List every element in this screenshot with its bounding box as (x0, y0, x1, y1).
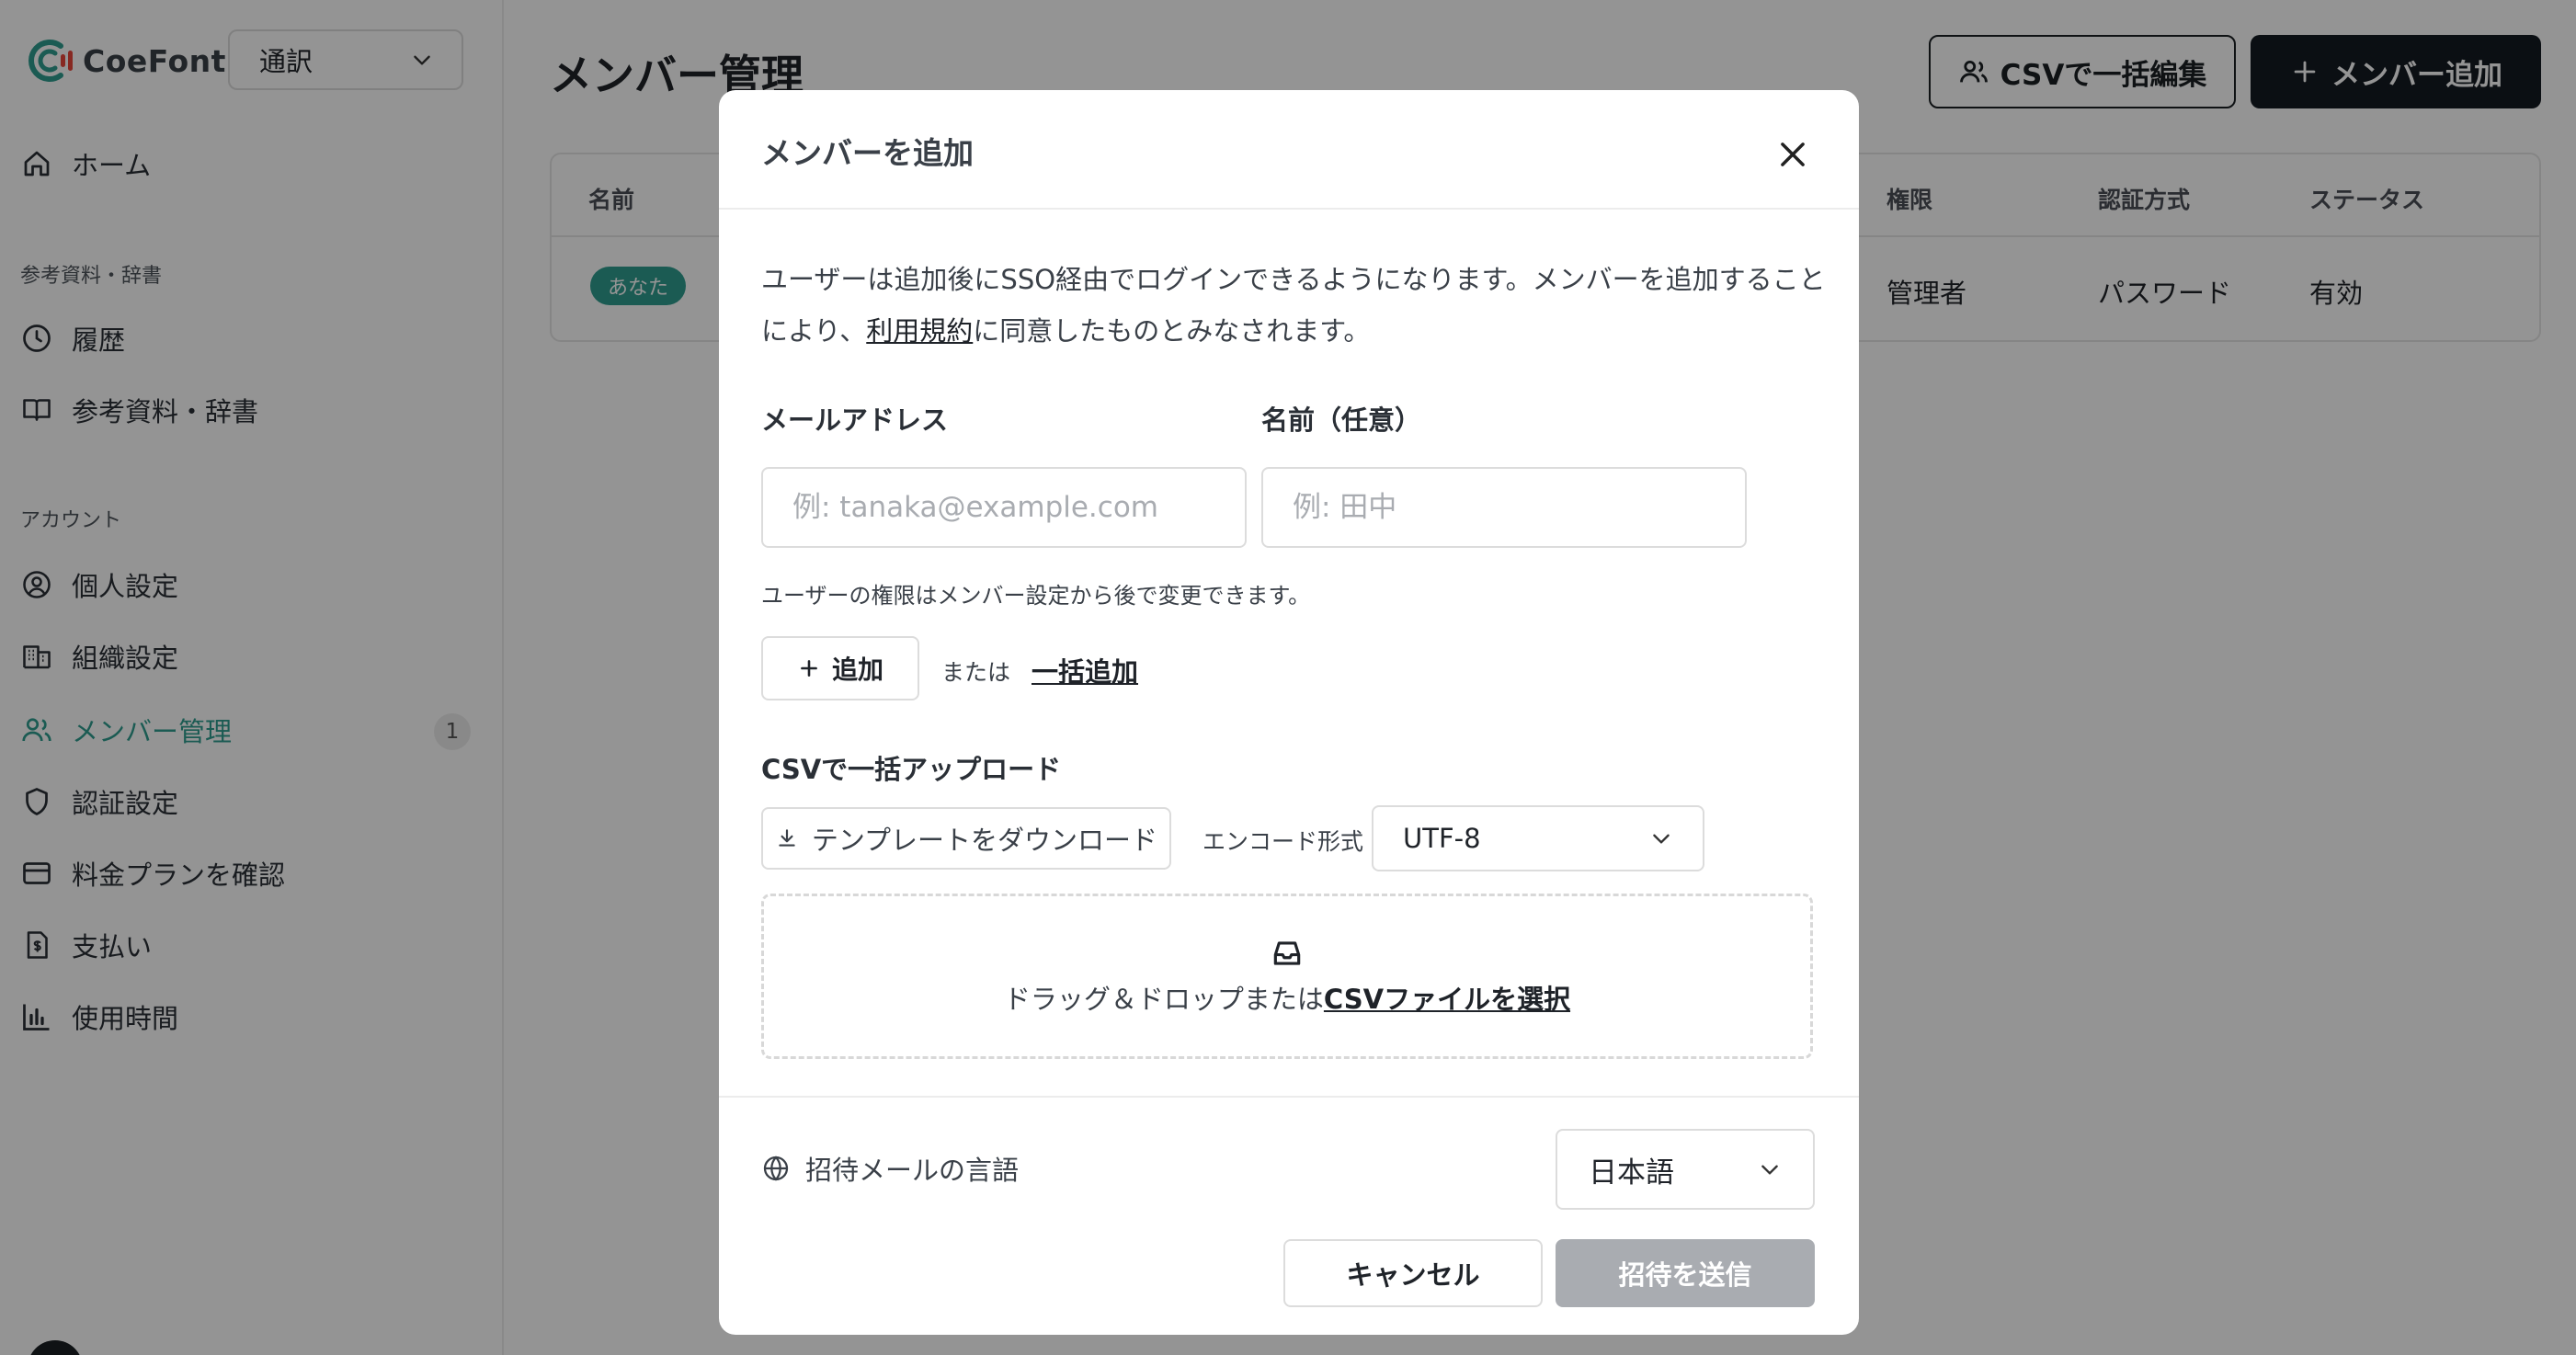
invite-language-select[interactable]: 日本語 (1556, 1129, 1815, 1210)
bulk-add-link[interactable]: 一括追加 (1032, 651, 1138, 689)
dropzone-instruction: ドラッグ＆ドロップまたは (1003, 984, 1324, 1015)
cancel-button[interactable]: キャンセル (1283, 1239, 1543, 1307)
send-invite-button[interactable]: 招待を送信 (1556, 1239, 1815, 1307)
download-template-button[interactable]: テンプレートをダウンロード (761, 807, 1171, 870)
email-input[interactable] (761, 467, 1247, 548)
dialog-title: メンバーを追加 (761, 135, 974, 171)
name-label: 名前（任意） (1261, 404, 1422, 436)
add-row-button[interactable]: 追加 (761, 636, 919, 700)
add-member-dialog: メンバーを追加 ユーザーは追加後にSSO経由でログインできるようになります。メン… (719, 90, 1859, 1335)
add-row-label: 追加 (831, 655, 883, 685)
or-text: または (941, 659, 1011, 686)
inbox-icon (1273, 941, 1301, 965)
dropzone-text: ドラッグ＆ドロップまたはCSVファイルを選択 (1004, 978, 1570, 1017)
dialog-footer-divider (719, 1096, 1859, 1098)
name-input[interactable] (1261, 467, 1747, 548)
chevron-down-icon (1653, 834, 1670, 844)
invite-language-label: 招待メールの言語 (761, 1149, 1019, 1188)
download-icon (779, 829, 795, 847)
chevron-down-icon (1761, 1165, 1778, 1175)
plus-icon (801, 660, 817, 677)
globe-icon (763, 1156, 789, 1181)
csv-upload-title: CSVで一括アップロード (761, 754, 1062, 785)
invite-language-text: 招待メールの言語 (805, 1155, 1020, 1186)
terms-link[interactable]: 利用規約 (866, 315, 973, 347)
select-csv-link[interactable]: CSVファイルを選択 (1324, 984, 1570, 1015)
close-button[interactable] (1765, 127, 1820, 182)
encoding-label: エンコード形式 (1203, 828, 1364, 855)
intro-text-end: に同意したものとみなされます。 (973, 315, 1371, 347)
encoding-value: UTF-8 (1403, 823, 1481, 854)
close-icon (1781, 142, 1805, 166)
invite-language-value: 日本語 (1589, 1156, 1674, 1190)
dialog-header-divider (719, 208, 1859, 210)
dialog-intro: ユーザーは追加後にSSO経由でログインできるようになります。メンバーを追加するこ… (761, 254, 1828, 357)
app-root: CoeFont 通訳 ホーム 参考資料・辞書 履歴 参考資料・辞書 アカウント … (0, 0, 2576, 1355)
permission-hint: ユーザーの権限はメンバー設定から後で変更できます。 (761, 583, 1311, 609)
csv-dropzone[interactable]: ドラッグ＆ドロップまたはCSVファイルを選択 (761, 894, 1813, 1059)
download-template-label: テンプレートをダウンロード (811, 825, 1158, 856)
email-label: メールアドレス (761, 404, 949, 436)
encoding-select[interactable]: UTF-8 (1372, 805, 1704, 871)
